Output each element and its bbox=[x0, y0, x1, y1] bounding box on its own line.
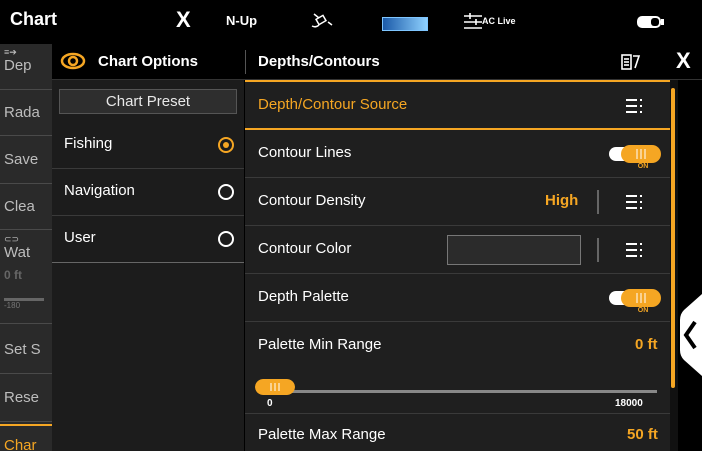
preset-user[interactable]: User bbox=[52, 216, 244, 263]
bg-menu-item[interactable]: Rese bbox=[0, 374, 52, 422]
option-depth-palette[interactable]: Depth Palette ON bbox=[245, 274, 670, 322]
toggle-state: ON bbox=[638, 307, 649, 313]
bg-menu-item[interactable]: Rada bbox=[0, 90, 52, 136]
chart-preset-button[interactable]: Chart Preset bbox=[59, 89, 237, 114]
option-contour-color[interactable]: Contour Color bbox=[245, 226, 670, 274]
scrollbar[interactable] bbox=[670, 80, 678, 451]
list-menu-icon[interactable] bbox=[625, 241, 645, 259]
option-label: Depth Palette bbox=[258, 288, 349, 305]
link-icon: ⊂⊃ bbox=[4, 234, 20, 244]
status-bar: Chart X N-Up AC Live bbox=[0, 0, 702, 44]
option-value: 50 ft bbox=[627, 426, 658, 443]
toggle-on-icon[interactable]: ON bbox=[607, 287, 661, 313]
color-swatch[interactable] bbox=[447, 235, 581, 265]
eye-icon bbox=[60, 52, 86, 70]
bg-menu-item[interactable]: ⊂⊃ Wat bbox=[0, 230, 52, 268]
toggle-on-icon[interactable]: ON bbox=[607, 143, 661, 169]
status-x[interactable]: X bbox=[176, 7, 191, 33]
bg-menu-slider[interactable]: -180 bbox=[0, 294, 52, 324]
option-label: Palette Max Range bbox=[258, 426, 386, 443]
list-menu-icon[interactable] bbox=[625, 193, 645, 211]
option-label: Palette Min Range bbox=[258, 336, 382, 353]
preset-label: Navigation bbox=[64, 182, 135, 199]
radio-icon[interactable] bbox=[218, 231, 234, 247]
option-label: Depth/Contour Source bbox=[258, 96, 408, 113]
value-divider bbox=[597, 190, 599, 214]
battery-icon bbox=[637, 16, 664, 28]
dialog-header: Chart Options Depths/Contours X bbox=[52, 44, 702, 80]
option-label: Contour Lines bbox=[258, 144, 352, 161]
option-value: 0 ft bbox=[635, 336, 658, 353]
option-contour-density[interactable]: Contour Density High bbox=[245, 178, 670, 226]
export-icon[interactable] bbox=[620, 52, 642, 72]
bg-menu-item[interactable]: Save bbox=[0, 136, 52, 184]
radio-icon[interactable] bbox=[218, 184, 234, 200]
dialog-title: Chart Options bbox=[98, 53, 198, 70]
preset-label: Fishing bbox=[64, 135, 113, 152]
option-value: High bbox=[545, 192, 579, 209]
slider-track[interactable] bbox=[259, 390, 657, 393]
aclive-label: AC Live bbox=[482, 16, 516, 26]
background-menu: ≡➔ Dep Rada Save Clea ⊂⊃ Wat 0 ft -180 S… bbox=[0, 44, 52, 451]
header-divider bbox=[245, 50, 246, 74]
satellite-icon bbox=[311, 13, 333, 28]
preset-panel: Chart Preset Fishing Navigation User bbox=[52, 80, 244, 451]
close-icon[interactable]: X bbox=[676, 48, 691, 74]
slider-min-label: 0 bbox=[267, 398, 273, 409]
toggle-state: ON bbox=[638, 163, 649, 169]
bg-menu-item[interactable]: Clea bbox=[0, 184, 52, 230]
option-contour-lines[interactable]: Contour Lines ON bbox=[245, 130, 670, 178]
value-divider bbox=[597, 238, 599, 262]
scroll-thumb[interactable] bbox=[671, 88, 675, 388]
bg-menu-item-active[interactable]: Char bbox=[0, 424, 52, 451]
slider-thumb[interactable] bbox=[255, 379, 295, 395]
preset-fishing[interactable]: Fishing bbox=[52, 122, 244, 169]
bg-menu-item[interactable]: ≡➔ Dep bbox=[0, 44, 52, 90]
radio-selected-icon[interactable] bbox=[218, 137, 234, 153]
range-slider[interactable]: 0 18000 bbox=[245, 368, 670, 414]
view-mode[interactable]: N-Up bbox=[226, 13, 257, 28]
section-title: Depths/Contours bbox=[258, 53, 380, 70]
preset-label: User bbox=[64, 229, 96, 246]
collapse-arrow-icon[interactable] bbox=[678, 294, 702, 376]
signal-gradient-bar bbox=[382, 17, 428, 31]
status-title: Chart bbox=[10, 9, 58, 29]
bg-menu-item[interactable]: Set S bbox=[0, 326, 52, 374]
chart-options-dialog: Chart Options Depths/Contours X Chart Pr… bbox=[52, 44, 702, 451]
option-palette-max-range[interactable]: Palette Max Range 50 ft bbox=[245, 416, 670, 451]
list-menu-icon[interactable] bbox=[625, 97, 645, 115]
option-depth-contour-source[interactable]: Depth/Contour Source bbox=[245, 80, 670, 130]
slider-max-label: 18000 bbox=[615, 398, 643, 409]
option-label: Contour Color bbox=[258, 240, 352, 257]
option-label: Contour Density bbox=[258, 192, 366, 209]
bg-menu-value: 0 ft bbox=[4, 268, 22, 282]
options-panel: Depth/Contour Source Contour Lines ON Co… bbox=[245, 80, 670, 451]
preset-navigation[interactable]: Navigation bbox=[52, 169, 244, 216]
